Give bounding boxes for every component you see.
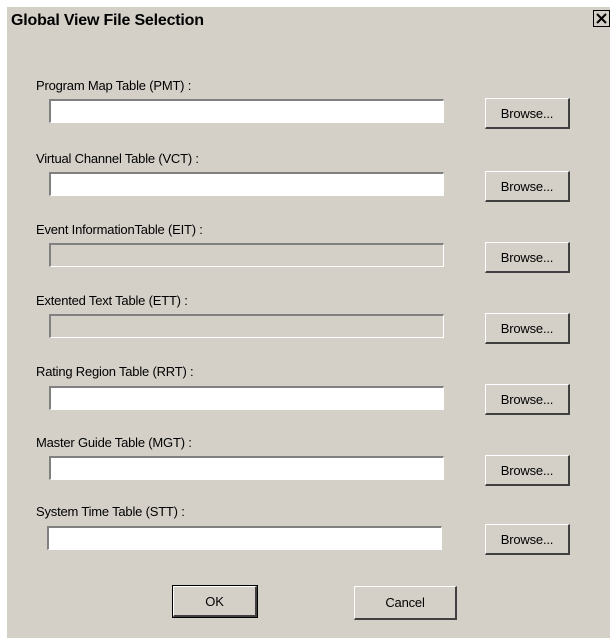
vct-browse-button[interactable]: Browse... xyxy=(485,171,570,202)
vct-label: Virtual Channel Table (VCT) : xyxy=(36,151,199,166)
cancel-button[interactable]: Cancel xyxy=(354,586,457,620)
ok-button[interactable]: OK xyxy=(172,585,258,618)
dialog-title: Global View File Selection xyxy=(11,12,204,29)
stt-label: System Time Table (STT) : xyxy=(36,504,185,519)
rrt-label: Rating Region Table (RRT) : xyxy=(36,364,194,379)
rrt-browse-button[interactable]: Browse... xyxy=(485,384,570,415)
pmt-browse-button[interactable]: Browse... xyxy=(485,98,570,129)
vct-file-input[interactable] xyxy=(49,172,444,196)
eit-browse-button[interactable]: Browse... xyxy=(485,242,570,273)
ett-file-input[interactable] xyxy=(49,314,444,338)
pmt-label: Program Map Table (PMT) : xyxy=(36,78,192,93)
title-bar: Global View File Selection xyxy=(7,7,610,35)
close-icon xyxy=(596,13,607,24)
ett-browse-button[interactable]: Browse... xyxy=(485,313,570,344)
eit-label: Event InformationTable (EIT) : xyxy=(36,222,203,237)
pmt-file-input[interactable] xyxy=(49,99,444,123)
mgt-browse-button[interactable]: Browse... xyxy=(485,455,570,486)
rrt-file-input[interactable] xyxy=(49,386,444,410)
eit-file-input[interactable] xyxy=(49,243,444,267)
file-selection-dialog: Global View File Selection Program Map T… xyxy=(6,6,610,638)
ett-label: Extented Text Table (ETT) : xyxy=(36,293,188,308)
stt-browse-button[interactable]: Browse... xyxy=(485,524,570,555)
mgt-label: Master Guide Table (MGT) : xyxy=(36,435,192,450)
stt-file-input[interactable] xyxy=(47,526,442,550)
mgt-file-input[interactable] xyxy=(49,456,444,480)
close-button[interactable] xyxy=(593,10,610,27)
